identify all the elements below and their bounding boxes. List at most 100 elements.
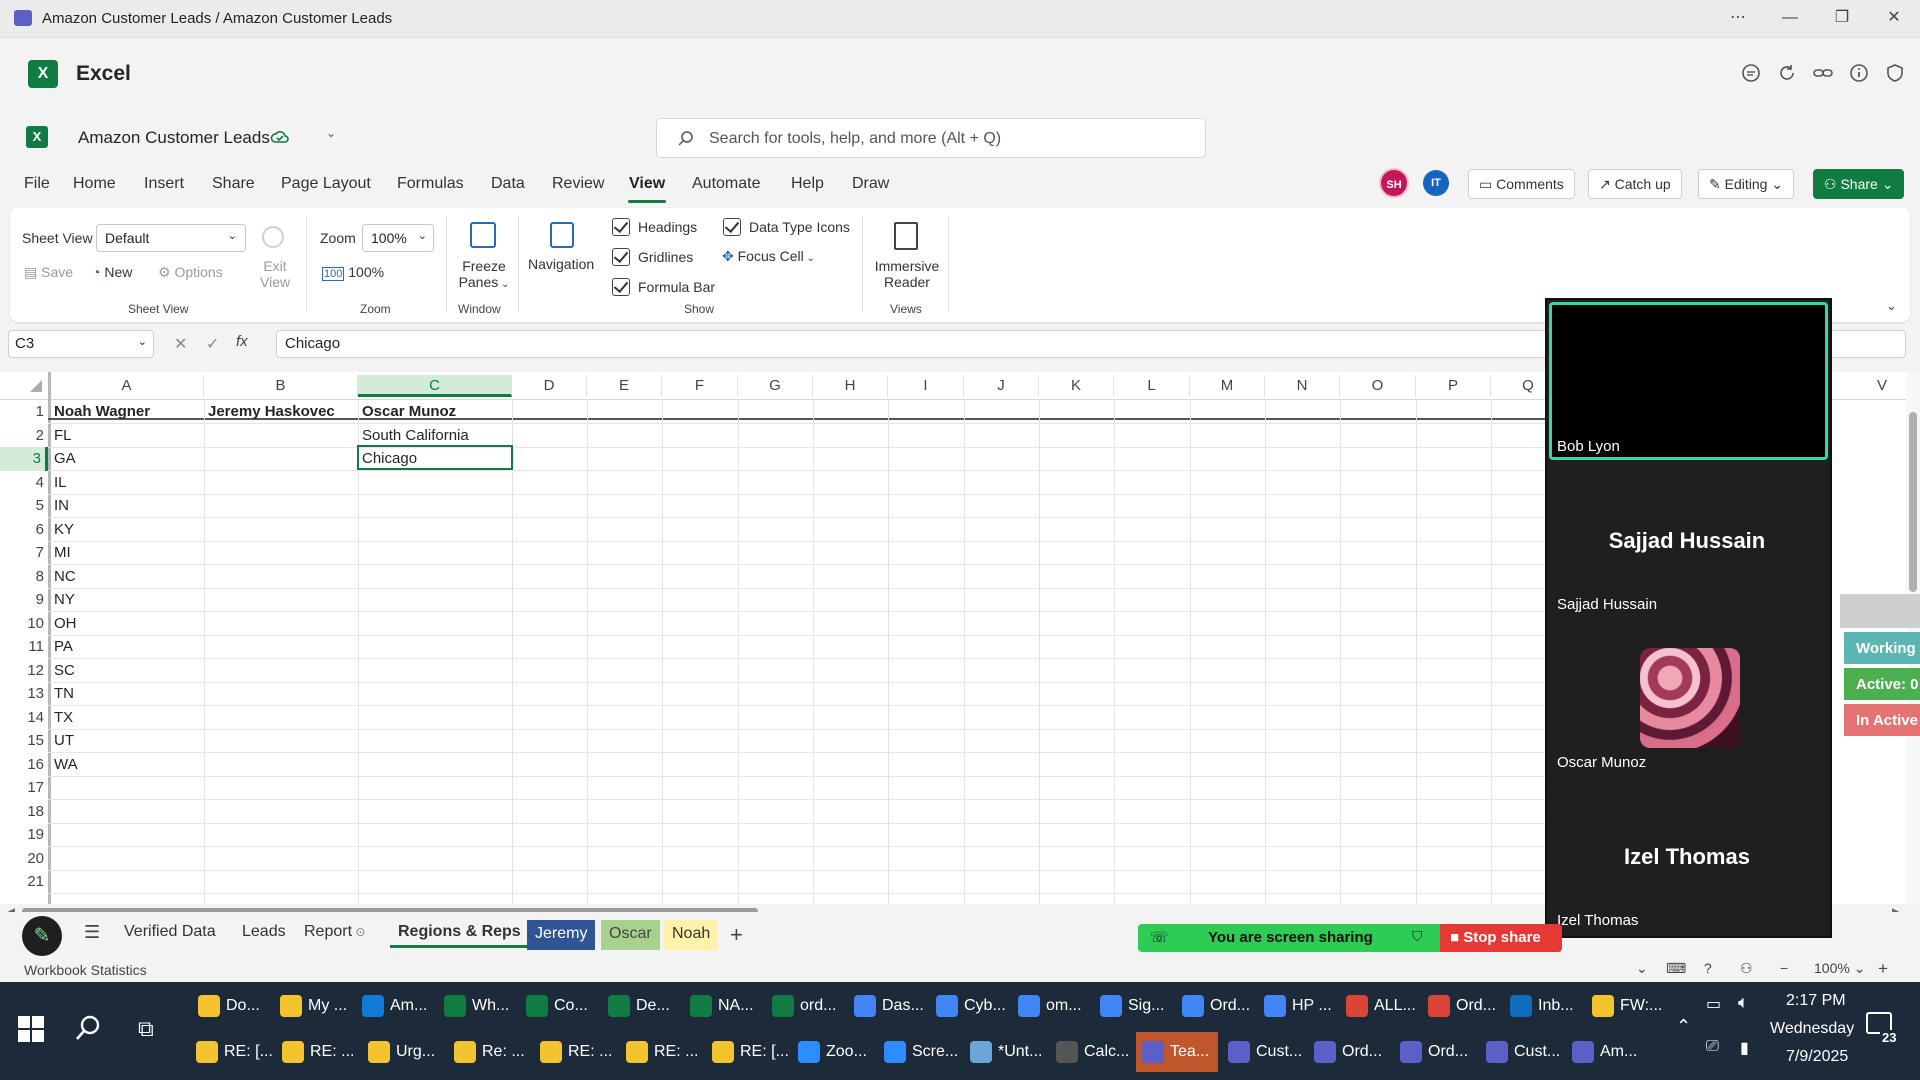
cell[interactable] <box>358 635 512 659</box>
close-button[interactable]: ✕ <box>1876 6 1912 30</box>
cell[interactable]: PA <box>50 635 204 659</box>
cell[interactable] <box>204 800 358 824</box>
menu-data[interactable]: Data <box>491 175 525 193</box>
keyboard-icon[interactable]: ⌨ <box>1666 960 1686 977</box>
column-header[interactable]: N <box>1265 375 1340 397</box>
cell[interactable] <box>50 776 204 800</box>
column-header[interactable]: D <box>512 375 587 397</box>
feedback-icon[interactable]: ⚇ <box>1740 960 1753 977</box>
cell[interactable] <box>358 588 512 612</box>
menu-page-layout[interactable]: Page Layout <box>281 175 371 193</box>
column-header[interactable]: I <box>888 375 964 397</box>
taskbar-app[interactable]: Scre... <box>878 1032 960 1072</box>
freeze-panes-button[interactable]: Freeze Panes ⌄ <box>456 258 512 290</box>
avatar[interactable]: IT <box>1423 170 1449 196</box>
sheet-tab[interactable]: Oscar <box>601 920 660 950</box>
cell[interactable]: KY <box>50 518 204 542</box>
confirm-entry-icon[interactable]: ✓ <box>206 334 219 354</box>
column-header[interactable]: G <box>738 375 813 397</box>
column-header[interactable]: P <box>1416 375 1491 397</box>
cell[interactable]: WA <box>50 753 204 777</box>
formula-bar-checkbox[interactable] <box>612 278 630 296</box>
document-name[interactable]: Amazon Customer Leads <box>78 128 270 148</box>
link-icon[interactable] <box>1812 62 1834 84</box>
row-header[interactable]: 2 <box>0 424 48 448</box>
cell[interactable] <box>50 847 204 871</box>
zoom-100-button[interactable]: 100 100% <box>322 264 384 281</box>
taskbar-app[interactable]: Wh... <box>438 986 516 1026</box>
zoom-level[interactable]: 100% ⌄ <box>1814 960 1865 977</box>
cell[interactable] <box>204 870 358 894</box>
search-icon[interactable] <box>74 1014 102 1042</box>
row-header[interactable]: 4 <box>0 471 48 495</box>
sheet-view-dropdown[interactable]: Default ⌄ <box>96 224 246 252</box>
cancel-entry-icon[interactable]: ✕ <box>174 334 187 354</box>
taskbar-app[interactable]: De... <box>602 986 680 1026</box>
row-header[interactable]: 12 <box>0 659 48 683</box>
menu-automate[interactable]: Automate <box>692 175 760 193</box>
cell[interactable] <box>204 753 358 777</box>
cell[interactable]: TX <box>50 706 204 730</box>
cell[interactable] <box>358 753 512 777</box>
column-header[interactable]: L <box>1114 375 1190 397</box>
taskbar-app[interactable]: Cyb... <box>930 986 1008 1026</box>
row-header[interactable]: 20 <box>0 847 48 871</box>
column-header[interactable]: A <box>50 375 204 397</box>
cell[interactable] <box>358 565 512 589</box>
cell[interactable] <box>204 847 358 871</box>
taskbar-app[interactable]: Ord... <box>1394 1032 1476 1072</box>
taskbar-app[interactable]: My ... <box>274 986 352 1026</box>
zoom-dropdown[interactable]: 100% ⌄ <box>362 224 434 252</box>
catch-up-button[interactable]: ↗ Catch up <box>1588 169 1682 199</box>
cell[interactable]: GA <box>50 447 204 471</box>
cell[interactable] <box>358 541 512 565</box>
column-header[interactable]: O <box>1340 375 1416 397</box>
cell[interactable] <box>204 776 358 800</box>
sheet-tab[interactable]: Leads <box>234 918 294 948</box>
cell[interactable] <box>204 424 358 448</box>
vertical-scrollbar-thumb[interactable] <box>1909 412 1917 592</box>
taskbar-app[interactable]: Cust... <box>1222 1032 1304 1072</box>
sheet-tab-active[interactable]: Regions & Reps <box>390 918 529 948</box>
row-header[interactable]: 9 <box>0 588 48 612</box>
taskbar-app[interactable]: ALL... <box>1340 986 1418 1026</box>
cell[interactable] <box>204 588 358 612</box>
save-view-button[interactable]: ▤ Save <box>24 264 73 281</box>
cell[interactable]: Oscar Munoz <box>358 400 512 424</box>
cell[interactable] <box>358 847 512 871</box>
exit-view-button[interactable]: Exit View <box>260 258 290 290</box>
taskbar-app[interactable]: Urg... <box>362 1032 444 1072</box>
cell[interactable] <box>358 612 512 636</box>
sheet-tab[interactable]: Report ⊙ <box>296 918 373 948</box>
taskbar-app[interactable]: Re: ... <box>448 1032 530 1072</box>
immersive-reader-button[interactable]: Immersive Reader <box>872 258 942 290</box>
cell[interactable] <box>50 823 204 847</box>
zoom-in-icon[interactable]: + <box>1878 959 1888 979</box>
edit-pencil-icon[interactable]: ✎ <box>22 916 62 956</box>
shield-icon[interactable] <box>1884 62 1906 84</box>
taskbar-app[interactable]: ord... <box>766 986 844 1026</box>
taskbar-app[interactable]: HP ... <box>1258 986 1336 1026</box>
taskbar-app[interactable]: RE: ... <box>534 1032 616 1072</box>
cell[interactable]: Noah Wagner <box>50 400 204 424</box>
taskbar-app[interactable]: Das... <box>848 986 926 1026</box>
taskbar-app[interactable]: Inb... <box>1504 986 1582 1026</box>
insert-function-icon[interactable]: fx <box>236 333 248 350</box>
taskbar-app[interactable]: Am... <box>356 986 434 1026</box>
row-header[interactable]: 14 <box>0 706 48 730</box>
taskbar-app[interactable]: Calc... <box>1050 1032 1132 1072</box>
cell[interactable]: TN <box>50 682 204 706</box>
taskbar-app[interactable]: Co... <box>520 986 598 1026</box>
avatar[interactable]: SH <box>1379 168 1409 198</box>
cell[interactable]: IN <box>50 494 204 518</box>
cell[interactable]: Jeremy Haskovec <box>204 400 358 424</box>
taskbar-app[interactable]: *Unt... <box>964 1032 1046 1072</box>
cell[interactable] <box>204 635 358 659</box>
cell[interactable] <box>204 541 358 565</box>
all-sheets-menu-icon[interactable]: ☰ <box>84 922 100 943</box>
column-header[interactable]: H <box>813 375 888 397</box>
column-header[interactable]: B <box>204 375 358 397</box>
network-icon[interactable]: ⎚ <box>1706 1038 1719 1056</box>
gridlines-checkbox[interactable] <box>612 248 630 266</box>
participant-tile-active[interactable] <box>1549 302 1828 460</box>
